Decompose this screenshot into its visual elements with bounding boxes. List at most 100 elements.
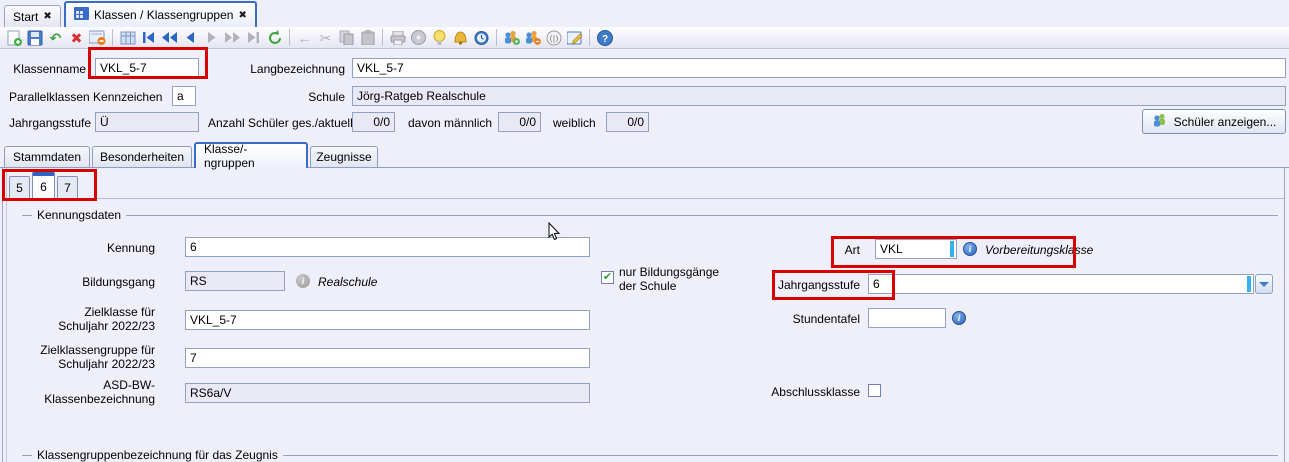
tab-zeugnisse-label: Zeugnisse xyxy=(316,150,371,164)
toolbar-separator xyxy=(112,29,113,46)
nav-last-icon[interactable] xyxy=(244,28,263,47)
info-icon: i xyxy=(963,242,977,256)
tab-besonderheiten-label: Besonderheiten xyxy=(100,150,184,164)
nur-bildungsgaenge-checkbox[interactable] xyxy=(601,271,614,284)
zielklasse-input[interactable] xyxy=(185,310,590,330)
help-icon[interactable]: ? xyxy=(595,28,614,47)
stundentafel-label: Stundentafel xyxy=(785,312,860,326)
bildungsgang-label: Bildungsgang xyxy=(55,275,155,289)
subtab-7[interactable]: 7 xyxy=(57,176,78,199)
delete-icon[interactable]: ✖ xyxy=(67,28,86,47)
art-combo-caret xyxy=(950,241,954,257)
jahrgangsstufe-dropdown-button[interactable] xyxy=(1255,274,1273,294)
langbezeichnung-label: Langbezeichnung xyxy=(225,62,345,76)
zielklasse-label-2: Schuljahr 2022/23 xyxy=(30,319,155,333)
zielklassengruppe-input[interactable] xyxy=(185,348,590,368)
art-label: Art xyxy=(820,243,860,257)
mouse-cursor xyxy=(548,222,561,244)
close-icon[interactable]: ✖ xyxy=(43,11,51,22)
svg-text:?: ? xyxy=(601,34,607,45)
anzahl-input xyxy=(352,112,395,132)
klassenname-input[interactable] xyxy=(95,58,199,78)
info-icon: i xyxy=(952,311,966,325)
toolbar-separator xyxy=(496,29,497,46)
jahrgangsstufe-input[interactable] xyxy=(868,274,1254,294)
bildungsgang-hint: Realschule xyxy=(318,275,377,289)
back-arrow-icon[interactable]: ← xyxy=(295,28,314,47)
parallelklassen-input[interactable] xyxy=(172,86,196,106)
tab-klassen-label: Klassen / Klassengruppen xyxy=(94,8,233,22)
hint-bulb-icon[interactable] xyxy=(430,28,449,47)
deactivate-record-icon[interactable] xyxy=(88,28,107,47)
nav-next-fast-icon[interactable] xyxy=(223,28,242,47)
edit-form-icon[interactable] xyxy=(565,28,584,47)
zielklasse-label-1: Zielklasse für xyxy=(30,305,155,319)
window-tab-bar: Start ✖ Klassen / Klassengruppen ✖ xyxy=(0,0,1289,27)
copy-icon[interactable] xyxy=(337,28,356,47)
kennungsdaten-border xyxy=(22,215,1278,216)
tab-klasse-ngruppen[interactable]: Klasse/-ngruppen xyxy=(194,142,308,168)
abschlussklasse-checkbox[interactable] xyxy=(868,384,881,397)
nav-prev-icon[interactable] xyxy=(181,28,200,47)
undo-icon[interactable]: ↶ xyxy=(46,28,65,47)
subtab-5[interactable]: 5 xyxy=(9,176,30,199)
tab-klassen-klassengruppen[interactable]: Klassen / Klassengruppen ✖ xyxy=(64,1,257,27)
anzahl-label: Anzahl Schüler ges./aktuell xyxy=(208,116,345,130)
jahrgangsstufe-header-label: Jahrgangsstufe xyxy=(9,116,91,130)
tab-stammdaten-label: Stammdaten xyxy=(13,150,81,164)
tab-start[interactable]: Start ✖ xyxy=(4,5,61,27)
panel-left-inner-border xyxy=(6,168,7,462)
save-icon[interactable] xyxy=(25,28,44,47)
close-icon[interactable]: ✖ xyxy=(238,10,246,21)
stundentafel-input[interactable] xyxy=(868,308,946,328)
maennlich-input xyxy=(498,112,541,132)
subtab-5-label: 5 xyxy=(16,181,23,195)
zielklassengruppe-label-1: Zielklassengruppe für xyxy=(13,343,155,357)
students-icon xyxy=(1152,113,1168,130)
cut-icon[interactable]: ✂ xyxy=(316,28,335,47)
refresh-icon[interactable] xyxy=(265,28,284,47)
print-icon[interactable] xyxy=(388,28,407,47)
jahrgangsstufe-combo-caret xyxy=(1247,276,1251,292)
reminder-clock-icon[interactable] xyxy=(472,28,491,47)
nav-first-icon[interactable] xyxy=(139,28,158,47)
langbezeichnung-input[interactable] xyxy=(352,58,1286,78)
jahrgangsstufe-label: Jahrgangsstufe xyxy=(775,278,860,292)
kennungsdaten-legend: Kennungsdaten xyxy=(32,208,126,222)
asdbw-label-1: ASD-BW- xyxy=(30,378,155,392)
svg-text:(|): (|) xyxy=(549,34,558,43)
schueler-anzeigen-label: Schüler anzeigen... xyxy=(1174,115,1277,129)
toolbar-separator xyxy=(382,29,383,46)
paste-icon[interactable] xyxy=(358,28,377,47)
nav-prev-fast-icon[interactable] xyxy=(160,28,179,47)
nav-next-icon[interactable] xyxy=(202,28,221,47)
tab-start-label: Start xyxy=(13,10,38,24)
art-hint: Vorbereitungsklasse xyxy=(985,243,1093,257)
toolbar: ↶ ✖ ← ✂ (|) ? xyxy=(0,27,1289,49)
table-view-icon[interactable] xyxy=(118,28,137,47)
export-disc-icon[interactable] xyxy=(409,28,428,47)
schule-label: Schule xyxy=(245,90,345,104)
subtab-6[interactable]: 6 xyxy=(32,172,55,199)
parallelklassen-label: Parallelklassen Kennzeichen xyxy=(9,90,162,104)
tab-stammdaten[interactable]: Stammdaten xyxy=(4,146,90,167)
maennlich-label: davon männlich xyxy=(408,116,492,130)
add-group-icon[interactable] xyxy=(502,28,521,47)
nur-bildungsgaenge-label-1: nur Bildungsgänge xyxy=(619,265,719,279)
weiblich-label: weiblich xyxy=(553,116,596,130)
subtab-6-label: 6 xyxy=(40,180,47,194)
tab-klasse-ngruppen-label: Klasse/-ngruppen xyxy=(204,142,298,170)
new-record-icon[interactable] xyxy=(4,28,23,47)
subtab-7-label: 7 xyxy=(64,181,71,195)
bildungsgang-input[interactable] xyxy=(185,271,285,291)
parentheses-icon[interactable]: (|) xyxy=(544,28,563,47)
info-icon: i xyxy=(296,274,310,288)
jahrgangsstufe-header-input xyxy=(95,112,199,132)
art-input[interactable] xyxy=(875,239,957,259)
schueler-anzeigen-button[interactable]: Schüler anzeigen... xyxy=(1142,109,1286,134)
tab-zeugnisse[interactable]: Zeugnisse xyxy=(310,146,378,167)
tab-besonderheiten[interactable]: Besonderheiten xyxy=(92,146,192,167)
remove-group-icon[interactable] xyxy=(523,28,542,47)
notification-bell-icon[interactable] xyxy=(451,28,470,47)
kennung-input[interactable] xyxy=(185,237,590,257)
